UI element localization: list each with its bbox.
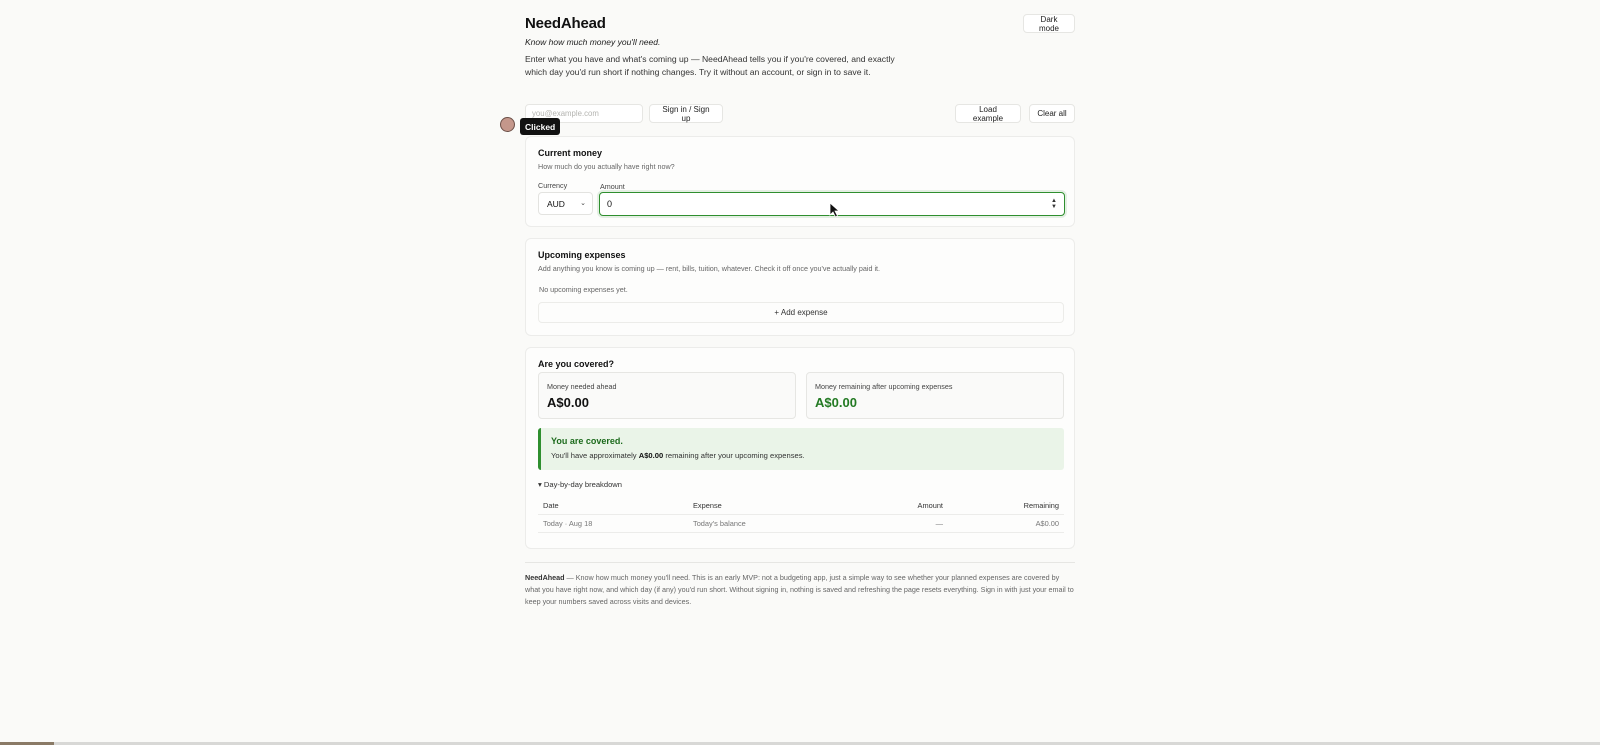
covered-banner: You are covered. You'll have approximate… <box>538 428 1064 470</box>
money-needed-label: Money needed ahead <box>547 382 617 391</box>
covered-title: Are you covered? <box>538 359 615 369</box>
mouse-cursor-icon <box>829 202 841 218</box>
table-row: Today · Aug 18 Today's balance — A$0.00 <box>538 515 1064 533</box>
banner-amount: A$0.00 <box>638 451 664 460</box>
header-date: Date <box>543 501 559 510</box>
footer-divider <box>525 562 1075 563</box>
tagline: Know how much money you'll need. <box>525 37 661 47</box>
amount-label: Amount <box>600 182 625 191</box>
current-money-card: Current money How much do you actually h… <box>525 136 1075 227</box>
currency-select[interactable]: AUD ⌄ <box>538 192 593 215</box>
click-indicator-label: Clicked <box>520 118 561 135</box>
covered-card: Are you covered? Money needed ahead A$0.… <box>525 347 1075 549</box>
footer-text: NeedAhead — Know how much money you'll n… <box>525 572 1075 608</box>
upcoming-expenses-title: Upcoming expenses <box>538 250 626 260</box>
empty-expenses-text: No upcoming expenses yet. <box>539 285 628 294</box>
money-remaining-value: A$0.00 <box>815 395 857 410</box>
header-expense: Expense <box>693 501 722 510</box>
clear-all-button[interactable]: Clear all <box>1029 104 1075 123</box>
click-indicator-dot <box>500 117 515 132</box>
cell-expense: Today's balance <box>693 519 746 528</box>
upcoming-expenses-card: Upcoming expenses Add anything you know … <box>525 238 1075 336</box>
page: NeedAhead Know how much money you'll nee… <box>0 0 1600 745</box>
current-money-subtitle: How much do you actually have right now? <box>538 162 675 171</box>
footer-brand: NeedAhead <box>525 573 565 582</box>
load-example-button[interactable]: Load example <box>955 104 1021 123</box>
chevron-down-icon: ⌄ <box>580 200 586 207</box>
banner-suffix: remaining after your upcoming expenses. <box>663 451 805 460</box>
banner-title: You are covered. <box>551 436 623 446</box>
money-remaining-box: Money remaining after upcoming expenses … <box>806 372 1064 419</box>
banner-text: You'll have approximately A$0.00 remaini… <box>551 451 805 460</box>
money-needed-box: Money needed ahead A$0.00 <box>538 372 796 419</box>
add-expense-button[interactable]: + Add expense <box>538 302 1064 323</box>
footer-body: — Know how much money you'll need. This … <box>525 573 1074 606</box>
app-title: NeedAhead <box>525 15 606 32</box>
banner-prefix: You'll have approximately <box>551 451 639 460</box>
money-remaining-label: Money remaining after upcoming expenses <box>815 382 953 391</box>
upcoming-expenses-subtitle: Add anything you know is coming up — ren… <box>538 264 881 273</box>
currency-label: Currency <box>538 181 568 190</box>
signin-button[interactable]: Sign in / Sign up <box>649 104 723 123</box>
header-remaining: Remaining <box>1023 501 1059 510</box>
money-needed-value: A$0.00 <box>547 395 589 410</box>
intro-text: Enter what you have and what's coming up… <box>525 54 895 77</box>
stepper-icon[interactable]: ▲ ▼ <box>1051 198 1057 210</box>
currency-value: AUD <box>547 198 565 209</box>
dark-mode-button[interactable]: Dark mode <box>1023 14 1075 33</box>
current-money-title: Current money <box>538 148 603 158</box>
table-header-row: Date Expense Amount Remaining <box>538 497 1064 515</box>
cell-amount: — <box>935 519 943 528</box>
amount-value: 0 <box>607 199 613 209</box>
breakdown-table: Date Expense Amount Remaining Today · Au… <box>538 497 1064 533</box>
breakdown-toggle[interactable]: ▾ Day-by-day breakdown <box>538 480 622 489</box>
cell-date: Today · Aug 18 <box>543 519 593 528</box>
header-amount: Amount <box>917 501 943 510</box>
cell-remaining: A$0.00 <box>1035 519 1059 528</box>
